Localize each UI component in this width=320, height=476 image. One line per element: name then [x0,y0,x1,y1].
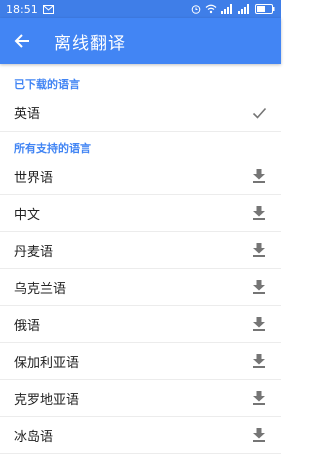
section-header-downloaded: 已下载的语言 [14,78,80,91]
language-row[interactable]: 世界语 [0,158,281,195]
download-icon[interactable] [249,314,269,334]
language-row[interactable]: 俄语 [0,306,281,343]
message-notification-icon [42,4,54,14]
language-label: 冰岛语 [14,429,54,445]
status-bar: 18:51 [0,0,281,18]
alarm-icon [191,4,201,14]
download-icon[interactable] [249,240,269,260]
arrow-back-icon [14,33,30,49]
language-row[interactable]: 乌克兰语 [0,269,281,306]
language-label: 英语 [14,107,41,122]
signal-icon-2 [238,4,251,14]
language-label: 克罗地亚语 [14,392,80,408]
language-label: 保加利亚语 [14,355,80,371]
download-icon[interactable] [249,425,269,445]
language-label: 丹麦语 [14,244,54,260]
download-icon[interactable] [249,166,269,186]
language-row[interactable]: 丹麦语 [0,232,281,269]
language-row[interactable]: 冰岛语 [0,417,281,454]
status-time: 18:51 [6,2,38,16]
language-label: 中文 [14,207,41,223]
section-header-all: 所有支持的语言 [14,142,91,155]
language-row[interactable]: 中文 [0,195,281,232]
status-left: 18:51 [6,3,54,16]
download-icon[interactable] [249,351,269,371]
language-row[interactable]: 保加利亚语 [0,343,281,380]
battery-icon [255,4,275,14]
check-icon [249,103,269,123]
language-label: 世界语 [14,170,54,186]
wifi-icon [205,4,217,14]
language-label: 乌克兰语 [14,281,67,297]
download-icon[interactable] [249,388,269,408]
status-right [191,4,275,14]
language-row-english[interactable]: 英语 [0,94,281,132]
language-row[interactable]: 克罗地亚语 [0,380,281,417]
language-label: 俄语 [14,318,41,334]
page-title: 离线翻译 [54,33,126,54]
download-icon[interactable] [249,277,269,297]
back-button[interactable] [0,18,44,64]
download-icon[interactable] [249,203,269,223]
signal-icon [221,4,234,14]
app-bar: 离线翻译 [0,18,281,64]
